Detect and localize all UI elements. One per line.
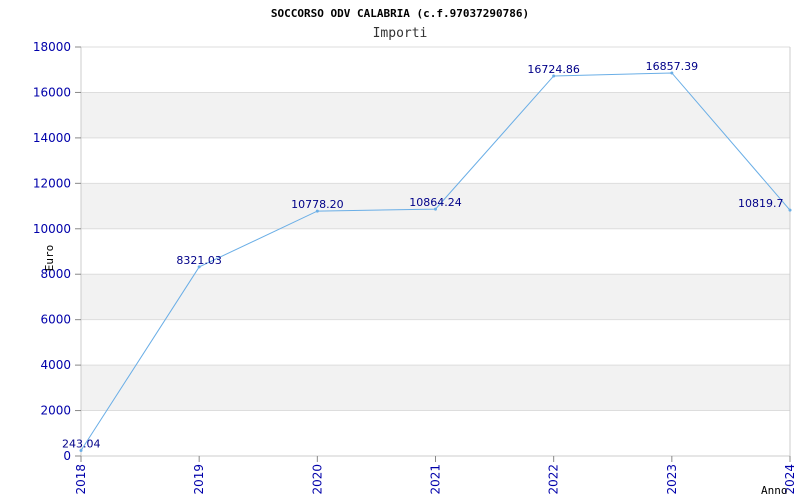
data-point <box>788 208 792 212</box>
y-tick-label: 4000 <box>40 358 71 372</box>
y-tick-label: 16000 <box>33 85 71 99</box>
grid-band <box>81 365 790 411</box>
grid-band <box>81 274 790 320</box>
x-tick-label: 2022 <box>547 464 561 495</box>
x-tick-label: 2018 <box>74 464 88 495</box>
data-label: 16724.86 <box>527 63 580 76</box>
data-label: 16857.39 <box>646 60 699 73</box>
x-ticks: 2018 2019 2020 2021 2022 2023 2024 <box>74 456 797 495</box>
data-label: 8321.03 <box>176 254 222 267</box>
y-tick-label: 2000 <box>40 404 71 418</box>
y-tick-label: 0 <box>63 449 71 463</box>
grid-band <box>81 92 790 138</box>
x-tick-label: 2021 <box>429 464 443 495</box>
y-tick-label: 12000 <box>33 176 71 190</box>
y-tick-label: 6000 <box>40 313 71 327</box>
x-tick-label: 2023 <box>665 464 679 495</box>
y-tick-label: 10000 <box>33 222 71 236</box>
data-label: 10819.7 <box>738 197 784 210</box>
data-label: 10864.24 <box>409 196 462 209</box>
chart: SOCCORSO ODV CALABRIA (c.f.97037290786) … <box>33 7 797 497</box>
x-axis-label: Anno <box>761 484 788 497</box>
y-axis-label: Euro <box>43 245 56 272</box>
y-ticks: 0200040006000800010000120001400016000180… <box>33 40 81 463</box>
x-tick-label: 2019 <box>192 464 206 495</box>
grid-bands <box>81 92 790 411</box>
y-tick-label: 18000 <box>33 40 71 54</box>
y-tick-label: 14000 <box>33 131 71 145</box>
data-label: 243.04 <box>62 437 101 450</box>
x-tick-label: 2020 <box>310 464 324 495</box>
chart-subtitle: Importi <box>373 26 428 41</box>
data-label: 10778.20 <box>291 198 344 211</box>
chart-title: SOCCORSO ODV CALABRIA (c.f.97037290786) <box>271 7 529 20</box>
